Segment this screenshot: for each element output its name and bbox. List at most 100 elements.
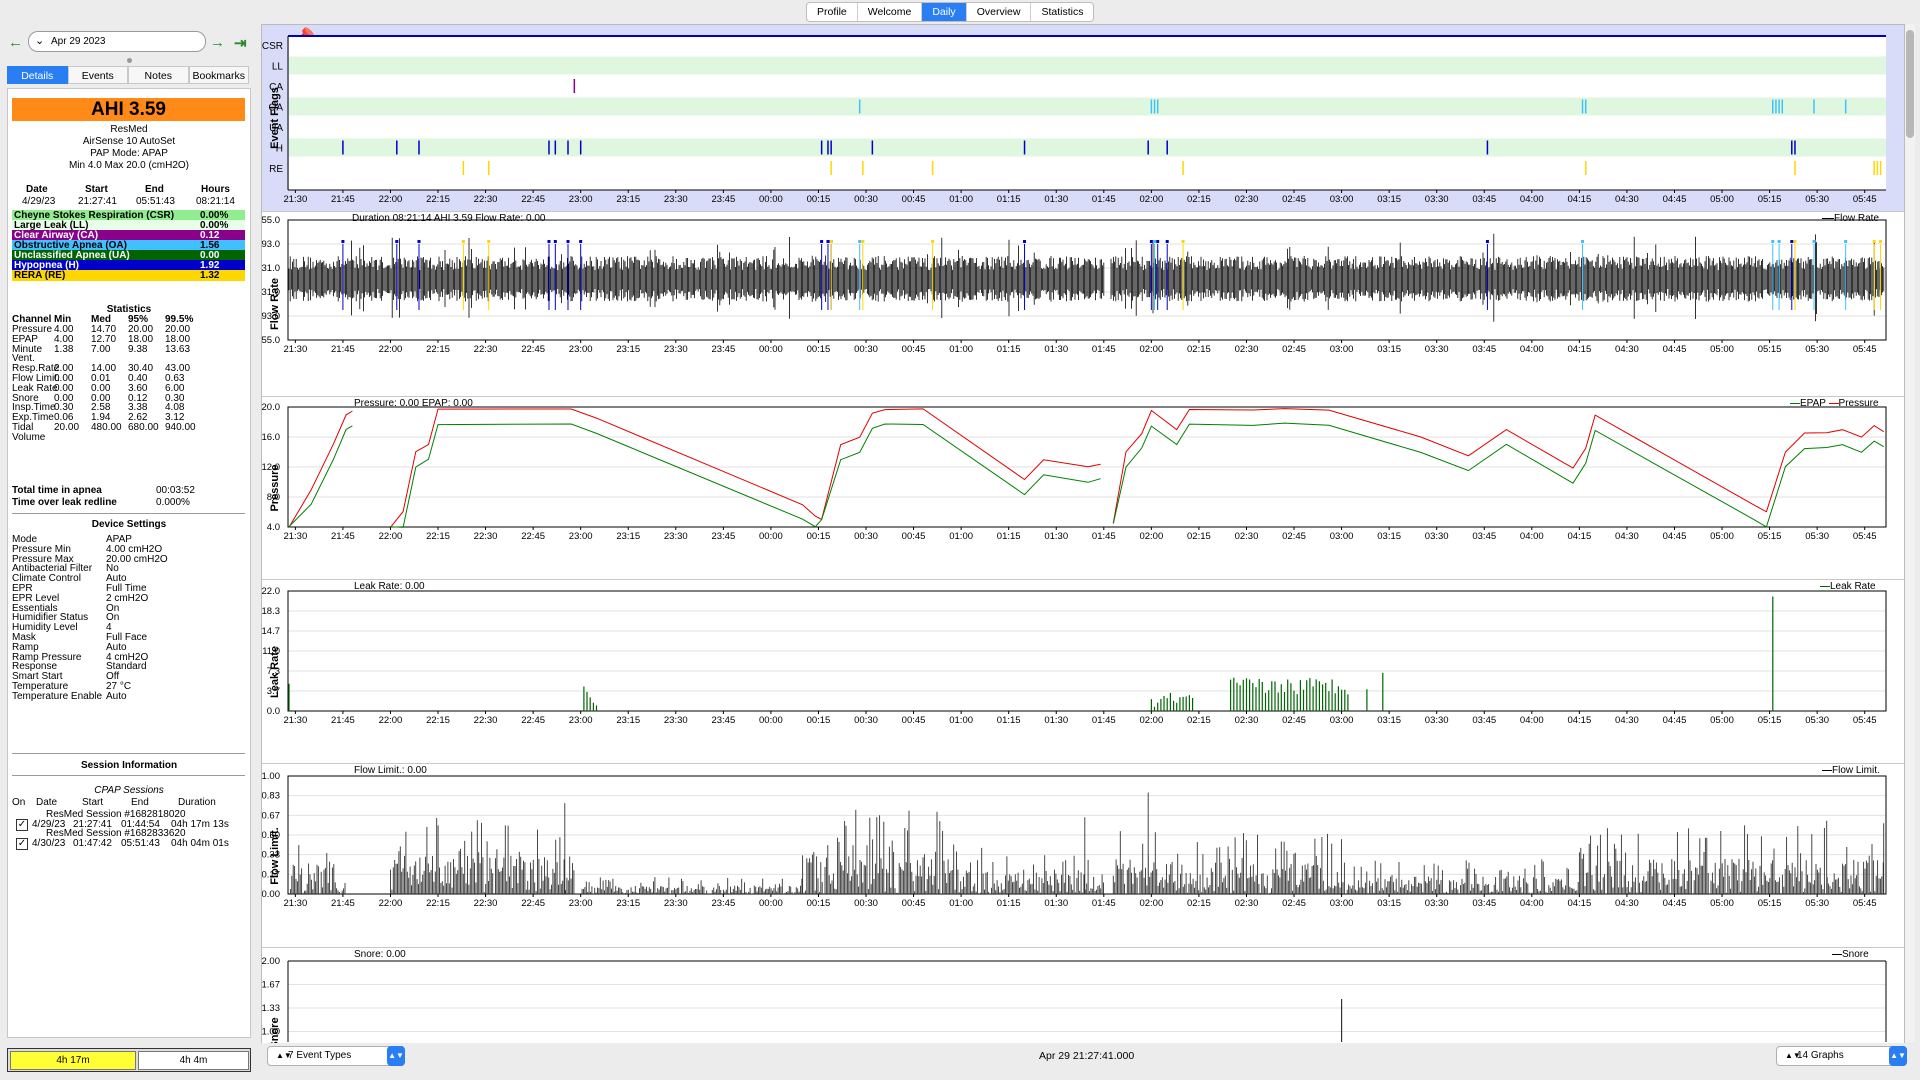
flow-event-dot [547, 240, 551, 243]
x-tick-label: 21:45 [331, 194, 355, 205]
stats-cell: 7.00 [91, 343, 111, 355]
x-tick-label: 23:45 [711, 898, 735, 909]
splitter-handle[interactable] [127, 58, 132, 63]
session-checkbox[interactable]: ✓ [16, 819, 28, 831]
x-tick-label: 03:30 [1425, 194, 1449, 205]
x-tick-label: 03:45 [1472, 344, 1496, 355]
x-tick-label: 05:15 [1758, 531, 1782, 542]
y-tick-label: 11.0 [262, 646, 280, 657]
tab-bookmarks[interactable]: Bookmarks [188, 66, 249, 84]
date-selector[interactable]: ⌄ Apr 29 2023 [28, 31, 206, 52]
y-tick-label: 0.67 [262, 810, 280, 821]
x-tick-label: 02:00 [1139, 715, 1163, 726]
flow-event-dot [1181, 240, 1185, 243]
tab-details[interactable]: Details [7, 66, 68, 84]
x-tick-label: 22:30 [474, 715, 498, 726]
pressure-panel: Pressure Pressure: 0.00 EPAP: 0.00 EPAP … [262, 397, 1904, 580]
y-tick-label: 93.0 [262, 239, 280, 250]
x-tick-label: 23:15 [616, 898, 640, 909]
y-tick-label: 14.7 [262, 626, 280, 637]
x-tick-label: 04:30 [1615, 531, 1639, 542]
x-tick-label: 22:00 [379, 344, 403, 355]
tab-profile[interactable]: Profile [807, 3, 858, 21]
x-tick-label: 21:30 [283, 715, 307, 726]
tab-notes[interactable]: Notes [128, 66, 189, 84]
x-tick-label: 23:45 [711, 344, 735, 355]
x-tick-label: 00:15 [807, 194, 831, 205]
graphs-scrollbar-thumb[interactable] [1906, 30, 1914, 138]
device-settings-title: Device Settings [91, 519, 167, 530]
x-tick-label: 21:30 [283, 194, 307, 205]
panel-splitter[interactable] [254, 520, 258, 550]
tab-overview[interactable]: Overview [967, 3, 1032, 21]
next-day-arrow-icon[interactable]: → [210, 34, 225, 51]
x-tick-label: 03:00 [1330, 344, 1354, 355]
x-tick-label: 04:00 [1520, 194, 1544, 205]
flow-event-dot [1793, 240, 1797, 243]
x-tick-label: 22:00 [379, 194, 403, 205]
pap-mode: PAP Mode: APAP [90, 148, 168, 159]
date-value: Apr 29 2023 [51, 36, 106, 47]
stats-cell: 9.38 [128, 343, 148, 355]
session-header-start: Start [82, 797, 104, 808]
x-tick-label: 01:00 [949, 898, 973, 909]
y-tick-label: 16.0 [262, 432, 280, 443]
dropdown-button-icon[interactable]: ▲▼ [1889, 1046, 1907, 1066]
leak-rate-panel: Leak Rate Leak Rate: 0.00 Leak Rate 22.0… [262, 580, 1904, 764]
pressure-chart[interactable]: 20.0 16.0 12.0 8.0 4.021:30 21:45 22:00 22:15 22… [262, 397, 1904, 579]
x-tick-label: 05:30 [1805, 344, 1829, 355]
flow-limit-chart[interactable]: 1.00 0.83 0.67 0.50 0.33 0.17 0.0021:30 21:45 22… [262, 764, 1904, 947]
session-tab-2[interactable]: 4h 4m [138, 1051, 249, 1070]
graphs-scrollbar[interactable] [1905, 24, 1915, 1042]
y-tick-label: 1.00 [262, 1027, 280, 1038]
x-tick-label: 01:15 [997, 715, 1021, 726]
last-day-arrow-icon[interactable]: ⇥ [234, 34, 247, 52]
event-types-dropdown[interactable]: ▲▼ 7 Event Types ▲▼ [267, 1046, 405, 1066]
flow-event-dot [826, 240, 830, 243]
cpap-sessions-subtitle: CPAP Sessions [94, 785, 164, 796]
flow-rate-chart[interactable]: 155.0 93.0 31.0 -31.0 -93.0 -155.021:30 21:45 2… [262, 212, 1904, 396]
x-tick-label: 03:00 [1330, 194, 1354, 205]
tab-statistics[interactable]: Statistics [1031, 3, 1093, 21]
total-apnea-value: 00:03:52 [156, 485, 195, 496]
session-checkbox[interactable]: ✓ [16, 838, 28, 850]
x-tick-label: 04:45 [1663, 898, 1687, 909]
stats-channel: Volume [12, 431, 46, 443]
flag-row-label: CA [269, 82, 283, 93]
x-tick-label: 02:15 [1187, 715, 1211, 726]
y-tick-label: 1.67 [262, 980, 280, 991]
x-tick-label: 04:00 [1520, 715, 1544, 726]
previous-day-arrow-icon[interactable]: ← [8, 34, 23, 51]
leak-rate-chart[interactable]: 22.0 18.3 14.7 11.0 7.3 3.7 0.021:30 21:45 22:00… [262, 580, 1904, 763]
x-tick-label: 04:00 [1520, 898, 1544, 909]
x-tick-label: 00:15 [807, 344, 831, 355]
x-tick-label: 23:30 [664, 194, 688, 205]
flow-event-dot [553, 240, 557, 243]
flow-event-dot [861, 240, 865, 243]
flow-event-dot [1581, 240, 1585, 243]
flow-event-dot [461, 240, 465, 243]
snore-chart[interactable]: 2.00 1.67 1.33 1.00 [262, 948, 1904, 1043]
tab-welcome[interactable]: Welcome [858, 3, 923, 21]
x-tick-label: 01:00 [949, 531, 973, 542]
x-tick-label: 23:00 [569, 344, 593, 355]
session-end: 05:51:43 [121, 838, 160, 849]
session-header-end: End [131, 797, 149, 808]
x-tick-label: 05:00 [1710, 194, 1734, 205]
x-tick-label: 01:30 [1044, 531, 1068, 542]
top-tab-bar: Profile Welcome Daily Overview Statistic… [806, 2, 1095, 22]
x-tick-label: 02:45 [1282, 194, 1306, 205]
y-tick-label: 4.0 [267, 522, 280, 533]
x-tick-label: 03:30 [1425, 531, 1449, 542]
x-tick-label: 03:00 [1330, 715, 1354, 726]
dropdown-button-icon[interactable]: ▲▼ [387, 1046, 405, 1066]
y-tick-label: 20.0 [262, 402, 280, 413]
graphs-dropdown[interactable]: ▲▼ 14 Graphs ▲▼ [1776, 1046, 1907, 1066]
x-tick-label: 00:45 [902, 715, 926, 726]
x-tick-label: 22:00 [379, 715, 403, 726]
tab-events[interactable]: Events [67, 66, 128, 84]
tab-daily[interactable]: Daily [922, 3, 967, 21]
session-tab-1[interactable]: 4h 17m [10, 1051, 136, 1070]
flow-limit-panel: Flow Limit. Flow Limit.: 0.00 Flow Limit… [262, 764, 1904, 948]
summary-header-date: Date [26, 184, 48, 195]
